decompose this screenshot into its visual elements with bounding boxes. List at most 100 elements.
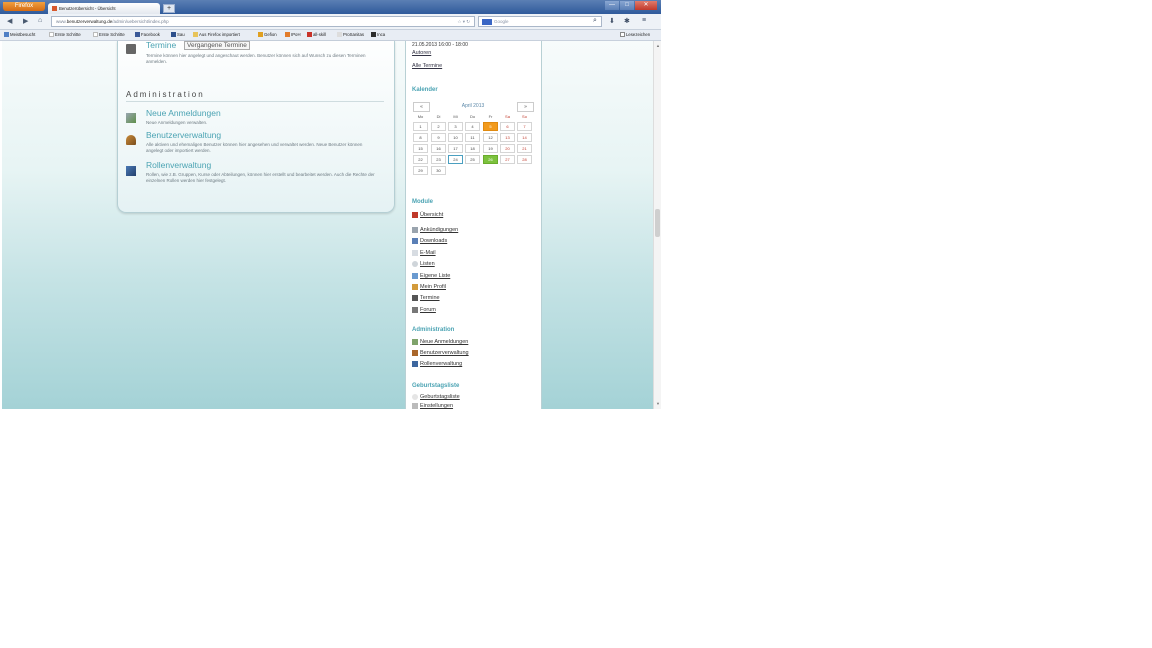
calendar-weekday: Fr — [488, 114, 493, 119]
calendar-day[interactable]: 6 — [500, 122, 515, 131]
all-events-link[interactable]: Alle Termine — [412, 63, 442, 69]
calendar-day[interactable]: 2 — [431, 122, 446, 131]
bookmark-item[interactable]: Sau — [171, 31, 185, 39]
calendar-weekday: Mi — [453, 114, 458, 119]
module-title-termine[interactable]: Termine — [146, 40, 176, 50]
calendar-weekday: Do — [469, 114, 476, 119]
sidebar-item-admin[interactable]: Rollenverwaltung — [412, 361, 462, 369]
tab-active[interactable]: Benutzerübersicht - Übersicht — [48, 3, 160, 14]
calendar-day[interactable]: 13 — [500, 133, 515, 142]
bookmark-item[interactable]: Aus Firefox importiert — [193, 31, 240, 39]
sidebar-item-birthday[interactable]: Einstellungen — [412, 403, 453, 409]
bookmark-item[interactable]: IPoH — [285, 31, 301, 39]
sidebar-item-admin[interactable]: Neue Anmeldungen — [412, 339, 468, 347]
forum-icon — [412, 307, 418, 313]
calendar-day[interactable]: 24 — [448, 155, 463, 164]
new-registrations-icon — [412, 339, 418, 345]
sidebar-item-module[interactable]: Mein Profil — [412, 284, 446, 292]
bookmark-item[interactable]: ProSanitas — [337, 31, 364, 39]
bookmark-item[interactable]: Erste Schritte — [93, 31, 125, 39]
bookmark-item[interactable]: Meistbesucht — [4, 31, 35, 39]
list-icon — [412, 261, 418, 267]
tab-title: Benutzerübersicht - Übersicht — [59, 6, 116, 11]
site-icon — [258, 32, 263, 38]
addon-icon[interactable]: ✱ — [624, 17, 630, 25]
calendar-day[interactable]: 21 — [517, 144, 532, 153]
bookmark-item[interactable]: all-skill — [307, 31, 326, 39]
calendar-day[interactable]: 4 — [465, 122, 480, 131]
download-icon[interactable]: ⬇ — [609, 17, 615, 25]
calendar-day[interactable]: 7 — [517, 122, 532, 131]
back-icon[interactable]: ◀ — [7, 17, 12, 25]
calendar-day[interactable]: 18 — [465, 144, 480, 153]
url-bar[interactable]: www.benutzerverwaltung.de/admin/uebersic… — [51, 16, 475, 27]
calendar-day[interactable]: 5 — [483, 122, 498, 131]
module-desc-benutzerverwaltung: Alle aktiven und ehemaligen Benutzer kön… — [146, 142, 363, 153]
past-events-button[interactable]: Vergangene Termine — [184, 41, 250, 50]
calendar-day[interactable]: 29 — [413, 166, 428, 175]
search-icon[interactable]: ⌕ — [593, 17, 597, 25]
divider — [126, 101, 384, 102]
calendar-day[interactable]: 14 — [517, 133, 532, 142]
maximize-button[interactable]: □ — [620, 1, 634, 10]
vertical-scrollbar[interactable]: ▲ ▼ — [653, 41, 661, 409]
new-tab-button[interactable]: + — [163, 4, 175, 13]
calendar-day[interactable]: 30 — [431, 166, 446, 175]
calendar-day[interactable]: 25 — [465, 155, 480, 164]
search-bar[interactable]: Google — [478, 16, 602, 27]
calendar-day[interactable]: 22 — [413, 155, 428, 164]
sidebar-item-module[interactable]: Eigene Liste — [412, 273, 450, 281]
home-icon[interactable]: ⌂ — [38, 17, 42, 24]
calendar-prev-button[interactable]: « — [413, 102, 430, 112]
sidebar-item-module[interactable]: Downloads — [412, 238, 447, 246]
calendar-weekday: Mo — [417, 114, 424, 119]
module-desc-rollenverwaltung: Rollen, wie z.B. Gruppen, Kurse oder Abt… — [146, 172, 375, 183]
event-link[interactable]: Autoren — [412, 50, 431, 56]
bookmark-item[interactable]: Gefion — [258, 31, 277, 39]
module-desc-termine: Termine können hier angelegt und angesch… — [146, 53, 366, 64]
bookmark-item[interactable]: Facebook — [135, 31, 160, 39]
calendar-day[interactable]: 9 — [431, 133, 446, 142]
menu-icon[interactable]: ≡ — [642, 17, 646, 24]
module-title-benutzerverwaltung[interactable]: Benutzerverwaltung — [146, 130, 221, 140]
calendar-day[interactable]: 20 — [500, 144, 515, 153]
scroll-down-icon[interactable]: ▼ — [654, 401, 661, 406]
scrollbar-thumb[interactable] — [655, 209, 660, 237]
calendar-day[interactable]: 3 — [448, 122, 463, 131]
sidebar-item-birthday[interactable]: Geburtstagsliste — [412, 394, 460, 402]
bookmarks-menu[interactable]: Lesezeichen — [620, 31, 650, 39]
search-engine-icon[interactable] — [482, 18, 492, 25]
module-title-rollenverwaltung[interactable]: Rollenverwaltung — [146, 160, 211, 170]
calendar-day[interactable]: 27 — [500, 155, 515, 164]
sidebar-item-module[interactable]: Forum — [412, 307, 436, 315]
calendar-day[interactable]: 11 — [465, 133, 480, 142]
close-window-button[interactable]: ✕ — [635, 1, 657, 10]
calendar-day[interactable]: 12 — [483, 133, 498, 142]
calendar-day[interactable]: 28 — [517, 155, 532, 164]
forward-icon[interactable]: ▶ — [23, 17, 28, 25]
bookmark-item[interactable]: Erste Schritte — [49, 31, 81, 39]
scroll-up-icon[interactable]: ▲ — [654, 43, 661, 48]
sidebar-item-uebersicht[interactable]: Übersicht — [412, 212, 443, 220]
calendar-day[interactable]: 10 — [448, 133, 463, 142]
calendar-next-button[interactable]: » — [517, 102, 534, 112]
minimize-button[interactable]: — — [605, 1, 619, 10]
sidebar-item-admin[interactable]: Benutzerverwaltung — [412, 350, 469, 358]
reload-icon[interactable]: ☆ ▾ ↻ — [457, 17, 470, 26]
calendar-day[interactable]: 19 — [483, 144, 498, 153]
calendar-day[interactable]: 8 — [413, 133, 428, 142]
calendar-day[interactable]: 15 — [413, 144, 428, 153]
calendar-day[interactable]: 26 — [483, 155, 498, 164]
bookmark-item[interactable]: Inca — [371, 31, 385, 39]
modules-heading: Module — [412, 199, 433, 205]
firefox-menu-button[interactable]: Firefox — [3, 2, 45, 11]
module-title-neue-anmeldungen[interactable]: Neue Anmeldungen — [146, 108, 221, 118]
sidebar-item-module[interactable]: Termine — [412, 295, 440, 303]
sidebar-item-module[interactable]: Listen — [412, 261, 435, 269]
sidebar-item-module[interactable]: Ankündigungen — [412, 227, 458, 235]
calendar-day[interactable]: 17 — [448, 144, 463, 153]
sidebar-item-module[interactable]: E-Mail — [412, 250, 436, 258]
calendar-day[interactable]: 1 — [413, 122, 428, 131]
calendar-day[interactable]: 16 — [431, 144, 446, 153]
calendar-day[interactable]: 23 — [431, 155, 446, 164]
